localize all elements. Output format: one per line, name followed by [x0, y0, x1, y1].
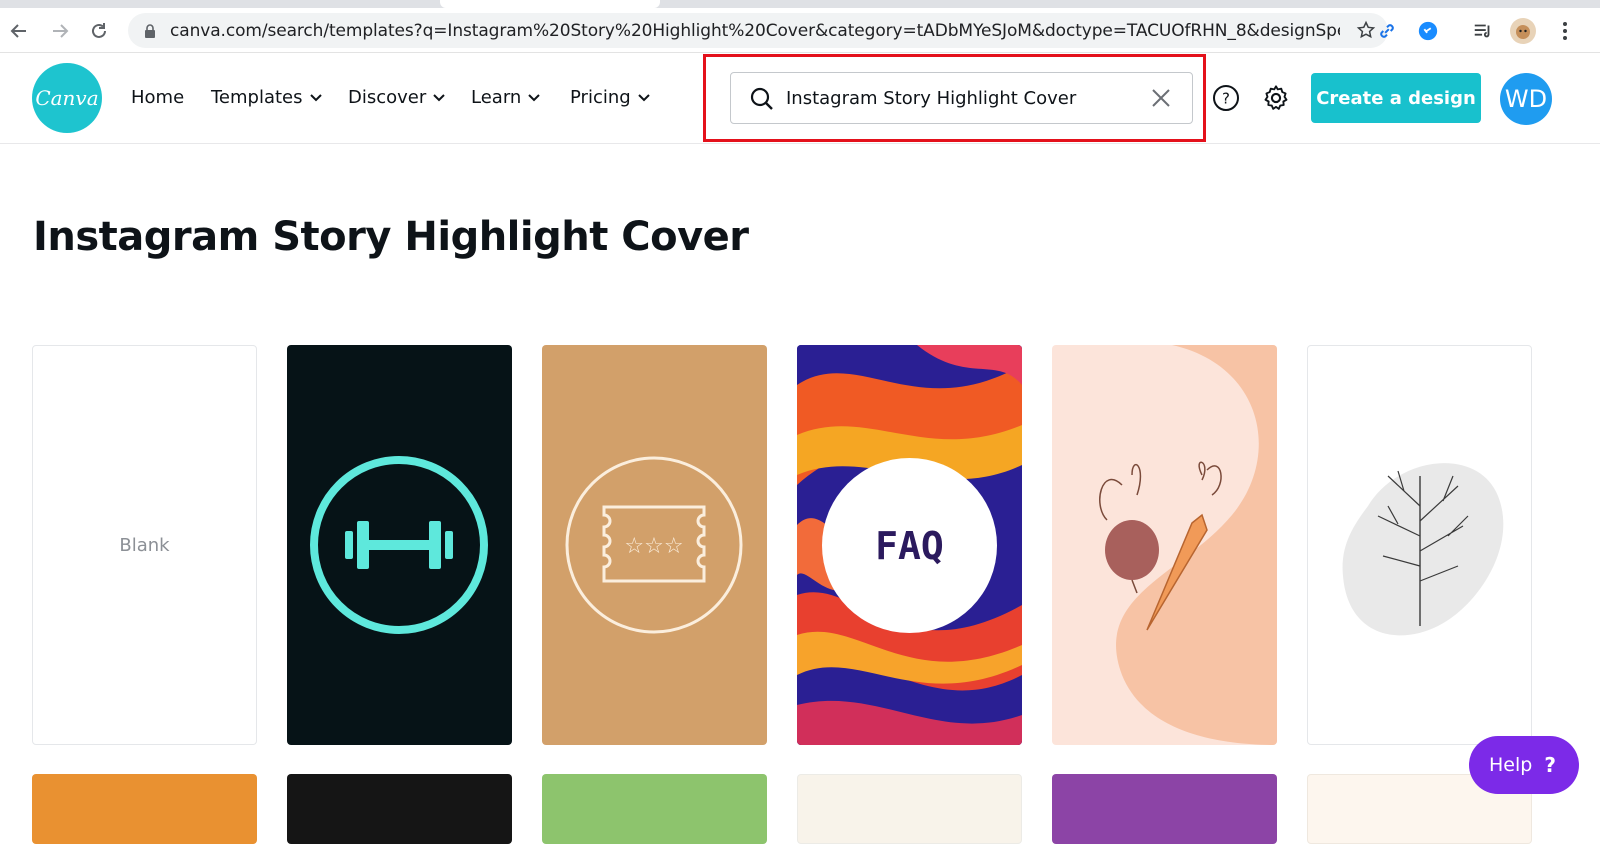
browser-active-tab[interactable]: [440, 0, 660, 8]
beet-carrot-illustration: [1099, 345, 1277, 745]
question-mark-icon: ?: [1544, 753, 1556, 777]
search-icon: [749, 86, 775, 117]
template-card-row2-3[interactable]: [542, 774, 767, 844]
chevron-down-icon: [309, 93, 322, 101]
help-label: Help: [1489, 754, 1533, 776]
template-card-row2-5[interactable]: [1052, 774, 1277, 844]
bookmark-star-icon[interactable]: [1356, 20, 1376, 45]
address-bar[interactable]: canva.com/search/templates?q=Instagram%2…: [128, 13, 1388, 48]
reload-icon[interactable]: [85, 17, 113, 45]
nav-pricing-label: Pricing: [570, 87, 631, 108]
page-title: Instagram Story Highlight Cover: [33, 214, 749, 260]
template-card-ticket[interactable]: ☆☆☆: [542, 345, 767, 745]
address-bar-url: canva.com/search/templates?q=Instagram%2…: [170, 21, 1340, 41]
template-card-faq[interactable]: FAQ: [797, 345, 1022, 745]
chevron-down-icon: [528, 93, 541, 101]
logo-text: Canva: [35, 86, 99, 110]
forward-icon[interactable]: [46, 17, 74, 45]
help-circle-icon[interactable]: ?: [1211, 83, 1241, 113]
nav-learn[interactable]: Learn: [471, 87, 541, 108]
ticket-icon: ☆☆☆: [565, 456, 743, 634]
nav-templates[interactable]: Templates: [211, 87, 323, 108]
profile-avatar-icon[interactable]: [1510, 18, 1536, 44]
reading-list-icon[interactable]: [1470, 18, 1496, 44]
template-card-plant[interactable]: [1307, 345, 1532, 745]
svg-text:☆☆☆: ☆☆☆: [624, 534, 683, 559]
clear-search-icon[interactable]: [1150, 87, 1172, 114]
site-header: Canva Home Templates Discover Learn Pric…: [0, 54, 1600, 144]
blank-label: Blank: [119, 534, 170, 556]
browser-menu-icon[interactable]: [1552, 18, 1578, 44]
chevron-down-icon: [637, 93, 650, 101]
create-design-button[interactable]: Create a design: [1311, 73, 1481, 123]
gear-icon[interactable]: [1261, 83, 1291, 113]
template-card-row2-1[interactable]: [32, 774, 257, 844]
canva-logo[interactable]: Canva: [32, 63, 102, 133]
nav-pricing[interactable]: Pricing: [570, 87, 651, 108]
back-icon[interactable]: [5, 17, 33, 45]
browser-tab-strip: [0, 0, 1600, 8]
avatar[interactable]: WD: [1500, 73, 1552, 125]
nav-home[interactable]: Home: [131, 87, 184, 108]
nav-home-label: Home: [131, 87, 185, 108]
search-box[interactable]: [730, 72, 1193, 124]
faq-text: FAQ: [875, 523, 944, 568]
nav-learn-label: Learn: [471, 87, 522, 108]
nav-discover-label: Discover: [348, 87, 427, 108]
dumbbell-icon: [310, 456, 488, 634]
template-card-fitness[interactable]: [287, 345, 512, 745]
template-card-row2-4[interactable]: [797, 774, 1022, 844]
link-extension-icon[interactable]: [1374, 18, 1400, 44]
template-card-row2-2[interactable]: [287, 774, 512, 844]
faq-circle: FAQ: [822, 458, 997, 633]
nav-templates-label: Templates: [211, 87, 303, 108]
plant-sketch-illustration: [1342, 463, 1504, 636]
browser-toolbar: canva.com/search/templates?q=Instagram%2…: [0, 8, 1600, 53]
chevron-down-icon: [433, 93, 445, 101]
svg-text:?: ?: [1222, 90, 1230, 108]
extension-badge-icon[interactable]: [1415, 18, 1441, 44]
lock-icon: [144, 24, 156, 43]
search-input[interactable]: [786, 84, 1136, 112]
help-button[interactable]: Help ?: [1469, 736, 1579, 794]
nav-discover[interactable]: Discover: [348, 87, 446, 108]
template-card-vegetables[interactable]: [1052, 345, 1277, 745]
template-card-blank[interactable]: Blank: [32, 345, 257, 745]
